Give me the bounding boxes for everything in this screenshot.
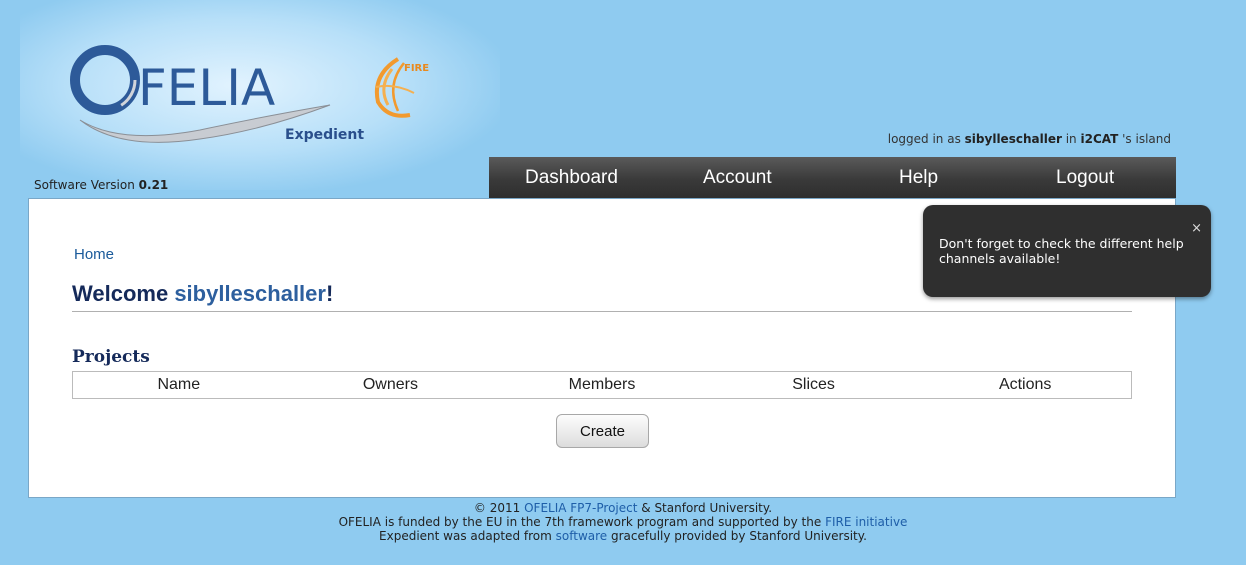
projects-heading: Projects [72,347,150,367]
nav-dashboard[interactable]: Dashboard [525,167,618,189]
column-header-name: Name [157,376,201,393]
fire-initiative-link[interactable]: FIRE initiative [825,515,907,529]
login-prefix: logged in as [887,132,961,146]
footer-copyright: © 2011 [473,501,521,515]
logo-text: FELIA [138,59,275,117]
login-status: logged in as sibylleschaller in i2CAT 's… [888,132,1171,146]
footer: © 2011 OFELIA FP7-Project & Stanford Uni… [0,501,1246,543]
nav-help[interactable]: Help [899,167,938,189]
column-header-owners: Owners [362,376,418,393]
footer-funding-text: OFELIA is funded by the EU in the 7th fr… [338,515,822,529]
main-nav: Dashboard Account Help Logout [489,157,1176,198]
nav-account[interactable]: Account [703,167,772,189]
footer-line-1: © 2011 OFELIA FP7-Project & Stanford Uni… [0,501,1246,515]
footer-line1-suffix: & Stanford University. [641,501,773,515]
footer-line-3: Expedient was adapted from software grac… [0,529,1246,543]
footer-adapted-text: Expedient was adapted from [379,529,552,543]
projects-table: Name Owners Members Slices Actions [72,371,1132,399]
welcome-username: sibylleschaller [174,281,326,306]
create-project-button[interactable]: Create [556,414,649,448]
column-header-actions: Actions [998,376,1052,393]
login-in: in [1065,132,1077,146]
ofelia-project-link[interactable]: OFELIA FP7-Project [524,501,637,515]
column-header-members: Members [568,376,636,393]
footer-line3-suffix: gracefully provided by Stanford Universi… [611,529,867,543]
version-value: 0.21 [138,178,169,192]
help-tooltip: × Don't forget to check the different he… [923,205,1211,297]
brand-subtitle: Expedient [285,127,365,143]
close-icon[interactable]: × [1191,221,1202,236]
login-island: i2CAT [1080,132,1119,146]
ofelia-logo: FELIA FIRE [70,45,429,143]
breadcrumb-home[interactable]: Home [74,246,114,263]
login-suffix: 's island [1122,132,1171,146]
software-link[interactable]: software [556,529,608,543]
tooltip-text: Don't forget to check the different help… [939,236,1184,266]
footer-line-2: OFELIA is funded by the EU in the 7th fr… [0,515,1246,529]
svg-text:FIRE: FIRE [404,63,429,74]
fire-logo: FIRE [375,57,429,118]
welcome-suffix: ! [325,281,334,306]
version-label: Software Version [34,178,135,192]
column-header-slices: Slices [792,376,835,393]
nav-logout[interactable]: Logout [1056,167,1114,189]
welcome-prefix: Welcome [72,281,169,306]
software-version: Software Version 0.21 [34,178,168,192]
login-username: sibylleschaller [964,132,1062,146]
